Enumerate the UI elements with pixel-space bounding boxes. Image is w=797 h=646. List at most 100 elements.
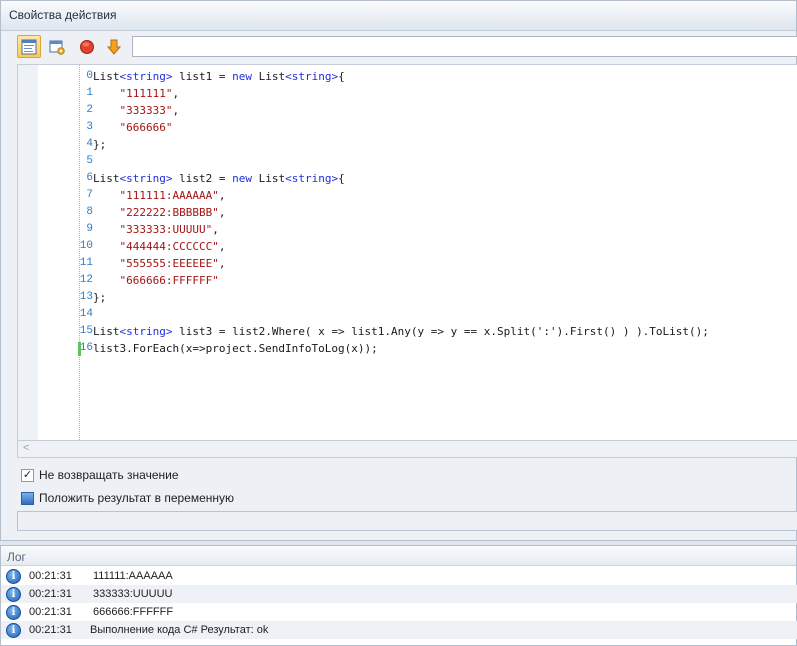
stop-icon [80,39,94,54]
code-line[interactable]: "222222:BBBBBB", [93,206,226,219]
code-line[interactable]: "111111:AAAAAA", [93,189,226,202]
info-icon: i [6,622,21,638]
log-time: 00:21:31 [29,624,72,636]
line-number: 8 [86,206,93,218]
code-view-icon [21,39,37,54]
line-number: 14 [79,308,93,320]
stop-button[interactable] [75,35,99,58]
code-text: { [338,172,345,185]
panel-title: Свойства действия [1,1,796,31]
log-message: 111111:AAAAAA [93,570,173,582]
line-number: 13 [79,291,93,303]
line-number: 3 [86,121,93,133]
put-result-checkbox[interactable] [21,491,34,505]
line-number: 7 [86,189,93,201]
code-line[interactable]: List<string> list1 = new List<string>{ [93,70,345,83]
editor-margin [18,65,38,440]
line-number: 10 [79,240,93,252]
horizontal-scrollbar[interactable]: < [17,441,797,458]
log-time: 00:21:31 [29,570,72,582]
no-return-label: Не возвращать значение [39,468,179,482]
code-text: , [218,240,226,253]
put-result-label: Положить результат в переменную [39,491,235,505]
toolbar [1,31,797,62]
line-number: 16 [79,342,93,354]
log-message: Выполнение кода C# Результат: ok [90,624,269,636]
log-row[interactable]: i 00:21:31 111111:AAAAAA [1,567,797,585]
code-text: { [338,70,345,83]
code-text: list3 = list2.Where( x => list1.Any(y =>… [172,325,709,338]
line-number: 15 [79,325,93,337]
code-line[interactable]: }; [93,138,106,151]
code-line[interactable]: "333333:UUUUU", [93,223,219,236]
code-text: List [93,172,120,185]
code-line[interactable]: list3.ForEach(x=>project.SendInfoToLog(x… [93,342,378,355]
code-line[interactable]: "333333", [93,104,180,117]
code-string: "222222:BBBBBB" [119,206,219,219]
code-editor[interactable]: 0 1 2 3 4 5 6 7 8 9 10 11 12 13 14 15 16 List<string> li… [17,64,797,441]
log-row[interactable]: i 00:21:31 Выполнение кода C# Результат:… [1,621,797,639]
code-line[interactable]: }; [93,291,106,304]
log-row[interactable]: i 00:21:31 333333:UUUUU [1,585,797,603]
result-variable-field[interactable] [17,511,797,531]
action-name-input[interactable] [132,36,797,57]
info-icon: i [6,568,21,584]
code-text: , [218,257,226,270]
settings-window-button[interactable] [45,35,69,58]
action-properties-panel: Свойства действия 0 1 2 3 4 5 6 7 8 9 10… [0,0,797,541]
code-text: list2 = [172,172,233,185]
no-return-option[interactable]: ✓ Не возвращать значение [21,467,179,483]
code-line[interactable]: "111111", [93,87,180,100]
line-number: 11 [79,257,93,269]
code-keyword: <string> [285,172,339,185]
code-text: }; [93,291,107,304]
code-view-button[interactable] [17,35,41,58]
code-string: "333333:UUUUU" [119,223,213,236]
scroll-left-icon[interactable]: < [23,442,29,454]
line-number: 1 [86,87,93,99]
line-number: 9 [86,223,93,235]
code-line[interactable]: "666666:FFFFFF" [93,274,219,287]
changed-line-marker [78,342,81,356]
code-string: "555555:EEEEEE" [119,257,219,270]
code-text: List [93,325,120,338]
arrow-down-icon [106,39,122,55]
code-line[interactable]: "444444:CCCCCC", [93,240,226,253]
line-number: 4 [86,138,93,150]
code-text: List [251,172,286,185]
code-string: "111111" [119,87,173,100]
settings-window-icon [49,40,65,55]
code-text: , [172,87,180,100]
code-line[interactable]: "666666" [93,121,173,134]
code-line[interactable]: "555555:EEEEEE", [93,257,226,270]
code-text: , [172,104,180,117]
code-text: List [93,70,120,83]
code-text: , [218,189,226,202]
code-keyword: new [232,70,252,83]
code-string: "333333" [119,104,173,117]
code-string: "666666" [119,121,173,134]
move-down-button[interactable] [102,35,126,58]
code-line[interactable]: List<string> list3 = list2.Where( x => l… [93,325,709,338]
log-time: 00:21:31 [29,588,72,600]
code-text: , [212,223,219,236]
log-row[interactable]: i 00:21:31 666666:FFFFFF [1,603,797,621]
code-string: "666666:FFFFFF" [119,274,219,287]
line-number: 6 [86,172,93,184]
line-number: 2 [86,104,93,116]
log-message: 666666:FFFFFF [93,606,174,618]
no-return-checkbox[interactable]: ✓ [21,468,34,482]
code-text: List [251,70,286,83]
put-result-option[interactable]: Положить результат в переменную [21,490,234,506]
code-keyword: <string> [119,172,173,185]
code-text: list1 = [172,70,233,83]
code-line[interactable]: List<string> list2 = new List<string>{ [93,172,345,185]
